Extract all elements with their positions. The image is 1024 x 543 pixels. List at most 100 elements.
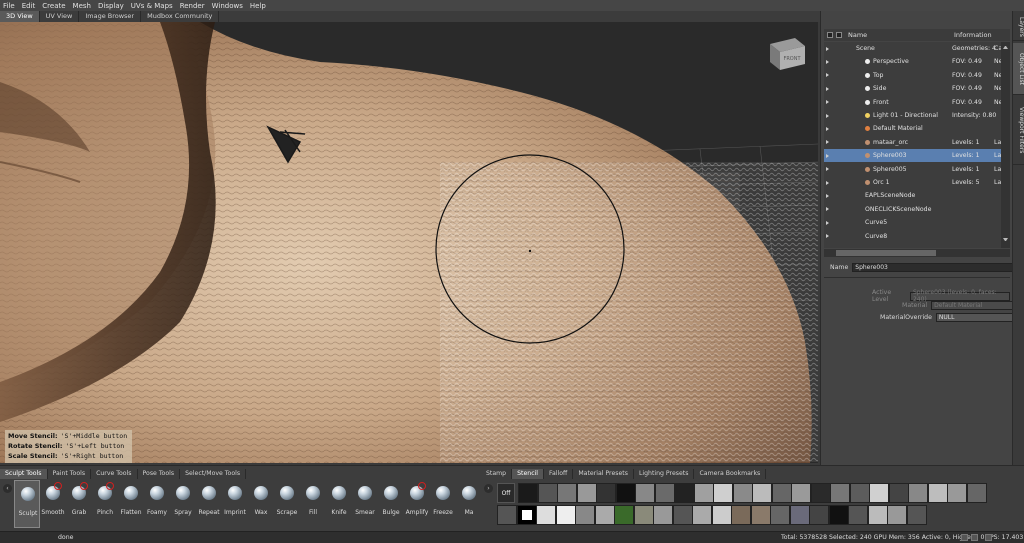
stencil-swatch[interactable] (614, 505, 634, 525)
tree-row[interactable]: Default Material (824, 122, 1001, 135)
stencil-off-button[interactable]: Off (497, 483, 515, 503)
status-button-3[interactable] (985, 534, 992, 541)
tool-tab[interactable]: Sculpt Tools (0, 469, 48, 479)
stencil-swatch[interactable] (752, 483, 772, 503)
viewport-scene[interactable]: FRONT (0, 22, 818, 463)
material-override-dropdown[interactable]: NULL (935, 313, 1024, 322)
material-dropdown[interactable]: Default Material (931, 301, 1022, 310)
stencil-swatch[interactable] (653, 505, 673, 525)
stencil-swatch[interactable] (732, 483, 753, 503)
tree-row[interactable]: mataar_orc Levels: 1 La (824, 136, 1001, 149)
tool-tab[interactable]: Curve Tools (91, 469, 138, 479)
sculpt-tool-button[interactable]: Flatten (118, 480, 144, 528)
tool-tab[interactable]: Select/Move Tools (180, 469, 247, 479)
menu-item[interactable]: Windows (212, 2, 243, 10)
tree-row[interactable]: Sphere005 Levels: 1 La (824, 163, 1001, 176)
stencil-swatch[interactable] (830, 483, 850, 503)
sculpt-tool-button[interactable]: Fill (300, 480, 326, 528)
menu-item[interactable]: Create (42, 2, 65, 10)
stencil-swatch[interactable] (674, 483, 694, 503)
stencil-swatch[interactable] (576, 483, 597, 503)
active-level-dropdown[interactable]: Sphere003 (levels: 0, faces: 240) (909, 289, 1010, 303)
expand-arrow-icon[interactable] (826, 59, 829, 64)
stencil-swatch[interactable] (750, 505, 771, 525)
stencil-swatch[interactable] (713, 483, 733, 503)
stencil-swatch[interactable] (789, 505, 810, 525)
stencil-swatch[interactable] (693, 483, 714, 503)
tools-next-icon[interactable]: › (484, 484, 493, 493)
stencil-swatch[interactable] (867, 505, 888, 525)
expand-arrow-icon[interactable] (826, 86, 829, 91)
stencil-swatch[interactable] (771, 483, 792, 503)
stencil-swatch[interactable] (692, 505, 712, 525)
expand-arrow-icon[interactable] (826, 126, 829, 131)
stencil-swatch[interactable] (594, 505, 615, 525)
menu-item[interactable]: Display (98, 2, 124, 10)
3d-viewport[interactable]: FRONT Move Stencil: 'S'+Middle button Rota… (0, 22, 818, 463)
column-name[interactable]: Name (848, 31, 867, 39)
side-tab[interactable]: Object List (1013, 43, 1024, 95)
expand-arrow-icon[interactable] (826, 46, 829, 51)
status-button-1[interactable] (961, 534, 968, 541)
stencil-swatch[interactable] (672, 505, 693, 525)
stencil-swatch[interactable] (731, 505, 751, 525)
stencil-swatch[interactable] (575, 505, 595, 525)
sculpt-tool-button[interactable]: Scrape (274, 480, 300, 528)
view-tab[interactable]: UV View (40, 11, 80, 22)
stencil-swatch[interactable] (810, 483, 831, 503)
side-tab[interactable]: Viewport Filters (1013, 97, 1024, 165)
expand-arrow-icon[interactable] (826, 180, 829, 185)
expand-arrow-icon[interactable] (826, 220, 829, 225)
sculpt-tool-button[interactable]: Pinch (92, 480, 118, 528)
stencil-swatch[interactable] (947, 483, 967, 503)
sculpt-tool-button[interactable]: Sculpt (14, 480, 40, 528)
tree-row[interactable]: Light 01 - Directional Intensity: 0.80 (824, 109, 1001, 122)
stencil-swatch[interactable] (711, 505, 732, 525)
stencil-swatch[interactable] (770, 505, 790, 525)
tree-row[interactable]: Scene Geometries: 4 Ca (824, 42, 1001, 55)
tree-row[interactable]: Perspective FOV: 0.49 Ne (824, 55, 1001, 68)
tree-row[interactable]: Orc 1 Levels: 5 La (824, 176, 1001, 189)
menu-item[interactable]: Mesh (73, 2, 91, 10)
expand-arrow-icon[interactable] (826, 193, 829, 198)
stencil-swatch[interactable] (791, 483, 811, 503)
tree-horizontal-scrollbar[interactable] (824, 249, 1010, 257)
name-field[interactable]: Sphere003 (852, 263, 1021, 272)
stencil-swatch[interactable] (557, 483, 577, 503)
header-visibility-icon[interactable] (836, 32, 842, 38)
sculpt-tool-button[interactable]: Bulge (378, 480, 404, 528)
sculpt-tool-button[interactable]: Spray (170, 480, 196, 528)
tool-tab[interactable]: Pose Tools (138, 469, 181, 479)
stamp-tab[interactable]: Stamp (481, 469, 513, 479)
expand-arrow-icon[interactable] (826, 167, 829, 172)
hscroll-thumb[interactable] (836, 250, 936, 256)
sculpt-tool-button[interactable]: Imprint (222, 480, 248, 528)
stencil-swatch[interactable] (887, 505, 907, 525)
tree-row[interactable]: Front FOV: 0.49 Ne (824, 96, 1001, 109)
stencil-swatch[interactable] (635, 483, 655, 503)
menu-item[interactable]: Help (250, 2, 266, 10)
tree-row[interactable]: Side FOV: 0.49 Ne (824, 82, 1001, 95)
stencil-swatch[interactable] (654, 483, 675, 503)
stencil-swatch[interactable] (516, 505, 537, 525)
sculpt-tool-button[interactable]: Smear (352, 480, 378, 528)
stencil-swatch[interactable] (536, 505, 556, 525)
expand-arrow-icon[interactable] (826, 207, 829, 212)
stencil-swatch[interactable] (888, 483, 909, 503)
stencil-swatch[interactable] (555, 505, 576, 525)
tools-prev-icon[interactable]: ‹ (3, 484, 12, 493)
tree-row[interactable]: Curve8 (824, 230, 1001, 243)
stencil-swatch[interactable] (966, 483, 987, 503)
sculpt-tool-button[interactable]: Amplify (404, 480, 430, 528)
sculpt-tool-button[interactable]: Repeat (196, 480, 222, 528)
stencil-swatch[interactable] (518, 483, 538, 503)
expand-arrow-icon[interactable] (826, 153, 829, 158)
menu-item[interactable]: UVs & Maps (131, 2, 173, 10)
stamp-tab[interactable]: Stencil (512, 469, 545, 479)
status-button-2[interactable] (971, 534, 978, 541)
tree-row[interactable]: Sphere003 Levels: 1 La (824, 149, 1001, 163)
stencil-swatch[interactable] (869, 483, 889, 503)
stencil-swatch[interactable] (633, 505, 654, 525)
scroll-down-arrow-icon[interactable] (1003, 238, 1008, 243)
stamp-tab[interactable]: Falloff (544, 469, 574, 479)
